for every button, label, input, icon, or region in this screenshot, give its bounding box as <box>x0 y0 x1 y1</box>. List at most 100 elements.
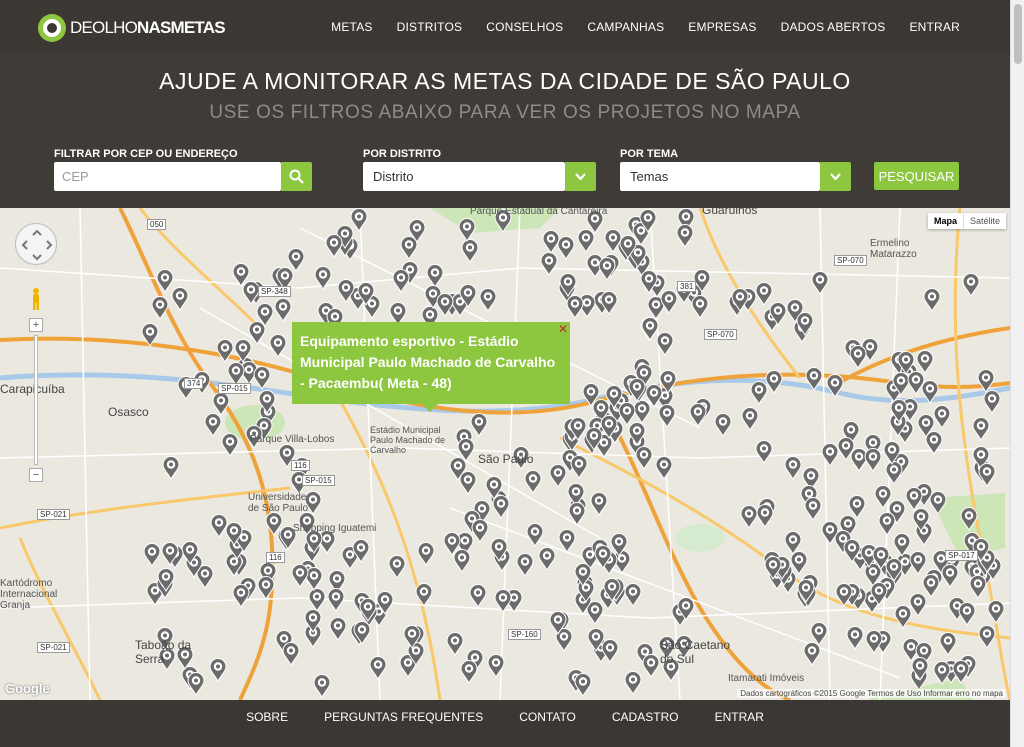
map-marker-icon[interactable] <box>151 296 169 320</box>
map-marker-icon[interactable] <box>253 365 271 390</box>
map-marker-icon[interactable] <box>590 492 608 517</box>
map-marker-icon[interactable] <box>587 628 605 653</box>
zoom-slider[interactable] <box>34 335 38 465</box>
footer-sobre[interactable]: SOBRE <box>246 710 288 724</box>
map-marker-icon[interactable] <box>256 302 274 327</box>
nav-empresas[interactable]: EMPRESAS <box>688 20 756 34</box>
map-marker-icon[interactable] <box>141 323 159 348</box>
map-marker-icon[interactable] <box>457 437 475 462</box>
map-marker-icon[interactable] <box>714 412 732 437</box>
map-marker-icon[interactable] <box>972 417 990 442</box>
map-marker-icon[interactable] <box>458 218 476 243</box>
map-marker-icon[interactable] <box>446 631 464 656</box>
map-marker-icon[interactable] <box>933 404 951 429</box>
map-marker-icon[interactable] <box>585 427 603 452</box>
cep-search-button[interactable] <box>281 162 312 191</box>
map-marker-icon[interactable] <box>805 367 823 392</box>
map-marker-icon[interactable] <box>784 531 802 556</box>
map-marker-icon[interactable] <box>225 522 243 547</box>
map-marker-icon[interactable] <box>216 339 234 364</box>
map-marker-icon[interactable] <box>883 440 901 465</box>
map-marker-icon[interactable] <box>922 574 940 599</box>
map-marker-icon[interactable] <box>460 660 478 685</box>
map-marker-icon[interactable] <box>538 546 556 571</box>
map-marker-icon[interactable] <box>628 377 646 402</box>
map-marker-icon[interactable] <box>740 504 758 529</box>
map-marker-icon[interactable] <box>909 550 927 575</box>
map-type-map-button[interactable]: Mapa <box>928 213 964 229</box>
map-marker-icon[interactable] <box>784 456 802 481</box>
map-marker-icon[interactable] <box>232 263 250 287</box>
map-marker-icon[interactable] <box>459 471 477 496</box>
map-marker-icon[interactable] <box>603 578 621 603</box>
map-marker-icon[interactable] <box>804 496 822 521</box>
map-marker-icon[interactable] <box>352 539 370 564</box>
map-marker-icon[interactable] <box>459 284 477 309</box>
cep-input[interactable] <box>54 162 281 191</box>
map-marker-icon[interactable] <box>353 621 371 646</box>
map-marker-icon[interactable] <box>689 403 707 428</box>
map-marker-icon[interactable] <box>600 290 618 315</box>
map-marker-icon[interactable] <box>570 455 588 480</box>
map-marker-icon[interactable] <box>574 563 592 588</box>
map-marker-icon[interactable] <box>540 251 558 276</box>
map-marker-icon[interactable] <box>436 293 454 318</box>
map-marker-icon[interactable] <box>549 611 567 635</box>
map-marker-icon[interactable] <box>282 642 300 667</box>
map-marker-icon[interactable] <box>357 282 375 307</box>
map-marker-icon[interactable] <box>952 660 970 684</box>
map-canvas[interactable]: Guarulhos Osasco Carapicuíba São Paulo S… <box>0 208 1010 700</box>
map-marker-icon[interactable] <box>417 542 435 567</box>
nav-conselhos[interactable]: CONSELHOS <box>486 20 563 34</box>
scrollbar-thumb[interactable] <box>1014 4 1022 64</box>
map-marker-icon[interactable] <box>516 553 534 578</box>
map-marker-icon[interactable] <box>911 657 929 681</box>
map-marker-icon[interactable] <box>559 273 577 298</box>
map-marker-icon[interactable] <box>161 542 179 567</box>
map-marker-icon[interactable] <box>962 272 980 297</box>
map-marker-icon[interactable] <box>642 653 660 678</box>
map-marker-icon[interactable] <box>524 469 542 494</box>
map-marker-icon[interactable] <box>905 487 923 512</box>
map-marker-icon[interactable] <box>408 219 426 244</box>
map-marker-icon[interactable] <box>392 269 410 294</box>
map-marker-icon[interactable] <box>741 406 759 431</box>
map-marker-icon[interactable] <box>258 389 276 414</box>
map-marker-icon[interactable] <box>894 605 912 630</box>
map-marker-icon[interactable] <box>359 597 377 622</box>
map-marker-icon[interactable] <box>870 582 888 607</box>
map-marker-icon[interactable] <box>479 287 497 312</box>
map-marker-icon[interactable] <box>526 522 544 547</box>
map-marker-icon[interactable] <box>865 630 883 655</box>
map-marker-icon[interactable] <box>628 422 646 447</box>
map-marker-icon[interactable] <box>313 674 331 699</box>
distrito-select[interactable]: Distrito <box>363 162 565 191</box>
map-marker-icon[interactable] <box>691 294 709 319</box>
tema-dropdown-button[interactable] <box>820 162 851 191</box>
map-marker-icon[interactable] <box>826 373 844 398</box>
map-marker-icon[interactable] <box>598 256 616 281</box>
map-marker-icon[interactable] <box>656 331 674 356</box>
pesquisar-button[interactable]: PESQUISAR <box>874 162 959 190</box>
nav-distritos[interactable]: DISTRITOS <box>397 20 463 34</box>
map-marker-icon[interactable] <box>566 294 584 319</box>
map-marker-icon[interactable] <box>835 583 853 607</box>
map-marker-icon[interactable] <box>878 511 896 536</box>
map-marker-icon[interactable] <box>983 389 1001 414</box>
map-marker-icon[interactable] <box>796 312 814 337</box>
map-marker-icon[interactable] <box>635 446 653 471</box>
map-marker-icon[interactable] <box>327 587 345 612</box>
map-marker-icon[interactable] <box>558 528 576 553</box>
map-marker-icon[interactable] <box>750 380 768 405</box>
map-marker-icon[interactable] <box>568 502 586 527</box>
map-marker-icon[interactable] <box>171 286 189 311</box>
map-marker-icon[interactable] <box>388 555 406 580</box>
map-marker-icon[interactable] <box>885 461 903 486</box>
map-marker-icon[interactable] <box>274 298 292 322</box>
map-marker-icon[interactable] <box>960 506 978 531</box>
map-marker-icon[interactable] <box>811 270 829 295</box>
map-marker-icon[interactable] <box>765 369 783 394</box>
map-marker-icon[interactable] <box>890 399 908 424</box>
map-marker-icon[interactable] <box>204 412 222 437</box>
nav-dados-abertos[interactable]: DADOS ABERTOS <box>781 20 886 34</box>
